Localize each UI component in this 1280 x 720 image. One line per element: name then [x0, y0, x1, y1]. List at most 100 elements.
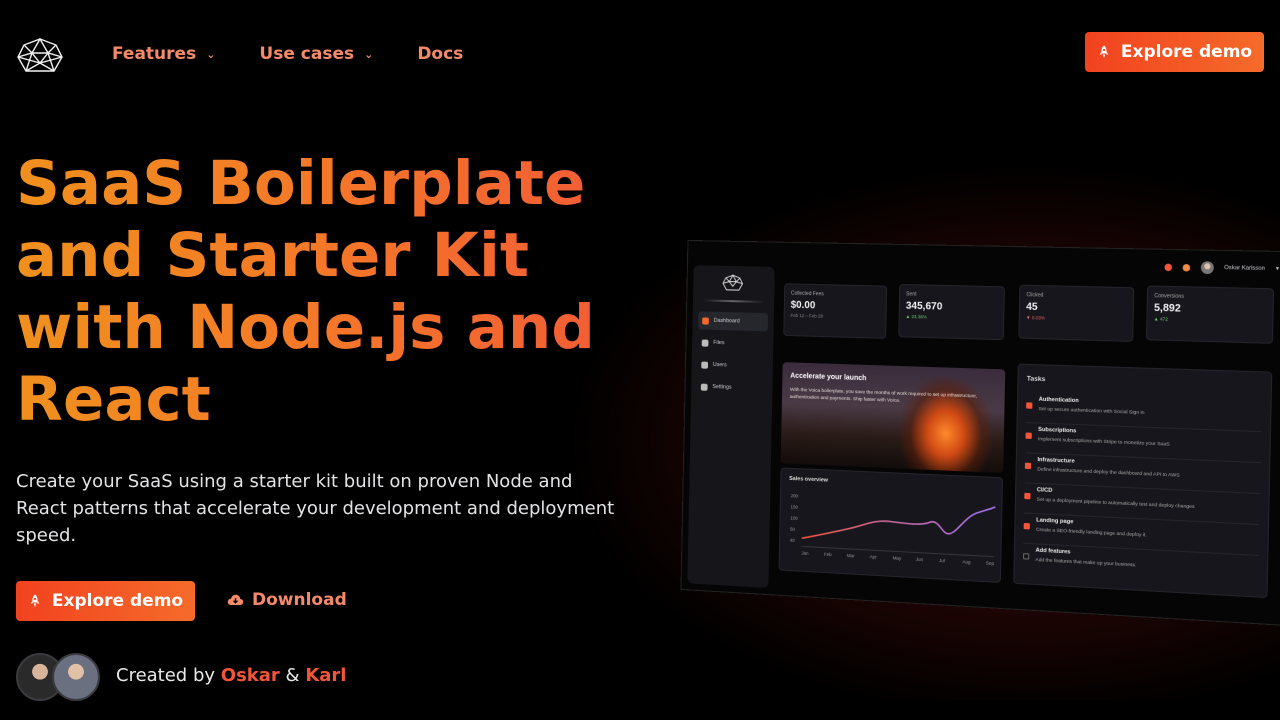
task-title: Subscriptions	[1038, 427, 1076, 435]
task-desc: Add the features that make up your busin…	[1035, 558, 1136, 569]
mockup-sidebar: Dashboard Files Users Settings	[687, 265, 775, 588]
logo-icon[interactable]	[16, 37, 64, 75]
checkbox-unchecked-icon	[1023, 553, 1029, 560]
task-title: CI/CD	[1037, 487, 1053, 494]
banner-title: Accelerate your launch	[790, 373, 866, 383]
task-desc: Set up secure authentication with Social…	[1038, 407, 1144, 416]
nav-item-use-cases[interactable]: Use cases ⌄	[259, 44, 373, 64]
author-link-karl[interactable]: Karl	[305, 665, 346, 686]
chart-x-tick: Mar	[847, 553, 855, 559]
chart-x-tick: Feb	[824, 552, 832, 558]
task-title: Authentication	[1039, 397, 1079, 405]
stat-value: 5,892	[1154, 302, 1266, 316]
chevron-down-icon: ⌄	[206, 48, 215, 61]
sidebar-item-label: Users	[713, 362, 727, 368]
explore-demo-label: Explore demo	[1121, 42, 1252, 62]
chevron-down-icon: ⌄	[364, 48, 373, 61]
chart-y-tick: 200	[791, 493, 799, 498]
file-icon	[702, 339, 709, 346]
chart-x-tick: May	[893, 555, 902, 561]
stat-value: 45	[1026, 301, 1127, 315]
task-desc: Define infrastructure and deploy the das…	[1037, 467, 1179, 478]
task-desc: Implement subscriptions with Stripe to m…	[1038, 437, 1170, 448]
nav-item-label: Use cases	[259, 44, 354, 64]
creator-avatars	[16, 653, 102, 701]
checkbox-checked-icon	[1025, 463, 1031, 470]
chart-y-tick: 100	[790, 515, 798, 520]
creator-credits: Created by Oskar & Karl	[116, 665, 346, 686]
stat-sub: ▼ 0.03%	[1026, 315, 1126, 323]
nav-item-label: Features	[112, 44, 196, 64]
stat-value: 345,670	[906, 300, 998, 314]
sidebar-item-users: Users	[697, 355, 767, 375]
sidebar-item-label: Files	[713, 340, 724, 346]
credits-prefix: Created by	[116, 665, 215, 686]
rocket-icon	[1097, 45, 1111, 59]
checkbox-checked-icon	[1024, 523, 1030, 530]
stat-card: Sent 345,670 ▲ 23.36%	[898, 284, 1005, 340]
chart-x-tick: Aug	[962, 559, 971, 565]
stat-label: Clicked	[1026, 292, 1126, 301]
explore-demo-button-nav[interactable]: Explore demo	[1085, 32, 1264, 72]
task-title: Add features	[1036, 547, 1071, 555]
stat-value: $0.00	[791, 300, 880, 313]
shield-icon	[1164, 263, 1172, 271]
chart-x-tick: Jun	[916, 557, 924, 563]
avatar	[1200, 261, 1213, 274]
stat-sub: ▲ 23.36%	[906, 314, 998, 322]
sidebar-item-settings: Settings	[697, 377, 767, 398]
sidebar-item-label: Dashboard	[714, 318, 740, 325]
gear-icon	[1182, 263, 1190, 271]
rocket-icon	[28, 594, 42, 608]
stat-label: Sent	[906, 291, 998, 299]
mockup-topbar: Oskar Karlsson ▾	[1164, 260, 1279, 275]
chart-y-tick: 40	[790, 538, 796, 543]
chart-x-tick: Jan	[801, 550, 809, 556]
avatar-karl	[52, 653, 100, 701]
task-title: Infrastructure	[1037, 457, 1074, 465]
divider	[703, 299, 765, 303]
sidebar-item-files: Files	[698, 333, 768, 353]
logo-icon	[722, 274, 744, 293]
top-navigation: Features ⌄ Use cases ⌄ Docs Explore demo	[0, 0, 1280, 110]
nav-item-features[interactable]: Features ⌄	[112, 44, 215, 64]
chart-y-tick: 50	[790, 526, 796, 531]
dashboard-screenshot: Oskar Karlsson ▾ Dashboard Files Users S…	[680, 240, 1280, 626]
stat-label: Collected Fees	[791, 291, 880, 299]
author-link-oskar[interactable]: Oskar	[221, 665, 280, 686]
checkbox-checked-icon	[1024, 493, 1030, 500]
nav-item-docs[interactable]: Docs	[417, 44, 463, 64]
nav-links: Features ⌄ Use cases ⌄ Docs	[112, 44, 463, 64]
hero-title: SaaS Boilerplate and Starter Kit with No…	[16, 148, 636, 436]
chart-x-tick: Jul	[939, 558, 945, 563]
launch-banner: Accelerate your launch With the Voica bo…	[781, 362, 1006, 473]
sidebar-item-label: Settings	[712, 384, 731, 391]
cloud-download-icon	[227, 593, 244, 607]
users-icon	[701, 361, 708, 368]
explore-demo-button[interactable]: Explore demo	[16, 581, 195, 621]
chart-x-tick: Sep	[986, 560, 995, 566]
stat-card: Conversions 5,892 ▲ 472	[1146, 285, 1274, 343]
chevron-down-icon: ▾	[1276, 266, 1279, 272]
checkbox-checked-icon	[1026, 402, 1032, 408]
tasks-title: Tasks	[1027, 375, 1046, 383]
dashboard-preview: Oskar Karlsson ▾ Dashboard Files Users S…	[660, 230, 1280, 620]
task-desc: Create a SEO-friendly landing page and d…	[1036, 528, 1147, 539]
stat-sub: ▲ 472	[1154, 316, 1266, 324]
sales-chart: 200 150 100 50 40 Jan Feb Mar Apr May Jun Jul A…	[779, 468, 1004, 584]
tasks-card: Tasks Authentication Set up secure authe…	[1013, 364, 1272, 599]
chart-x-tick: Apr	[870, 554, 878, 560]
gear-icon	[701, 383, 708, 390]
dashboard-icon	[702, 317, 709, 324]
stat-card: Clicked 45 ▼ 0.03%	[1018, 285, 1134, 342]
hero-subtitle: Create your SaaS using a starter kit bui…	[16, 468, 626, 549]
explore-demo-label: Explore demo	[52, 591, 183, 611]
sales-line	[802, 498, 996, 549]
checkbox-checked-icon	[1025, 432, 1031, 438]
chart-y-tick: 150	[791, 504, 799, 509]
mockup-user-name: Oskar Karlsson	[1224, 265, 1265, 272]
task-desc: Set up a deployment pipeline to automati…	[1037, 498, 1195, 511]
download-label: Download	[252, 590, 347, 610]
task-title: Landing page	[1036, 517, 1073, 525]
download-button[interactable]: Download	[227, 590, 347, 610]
